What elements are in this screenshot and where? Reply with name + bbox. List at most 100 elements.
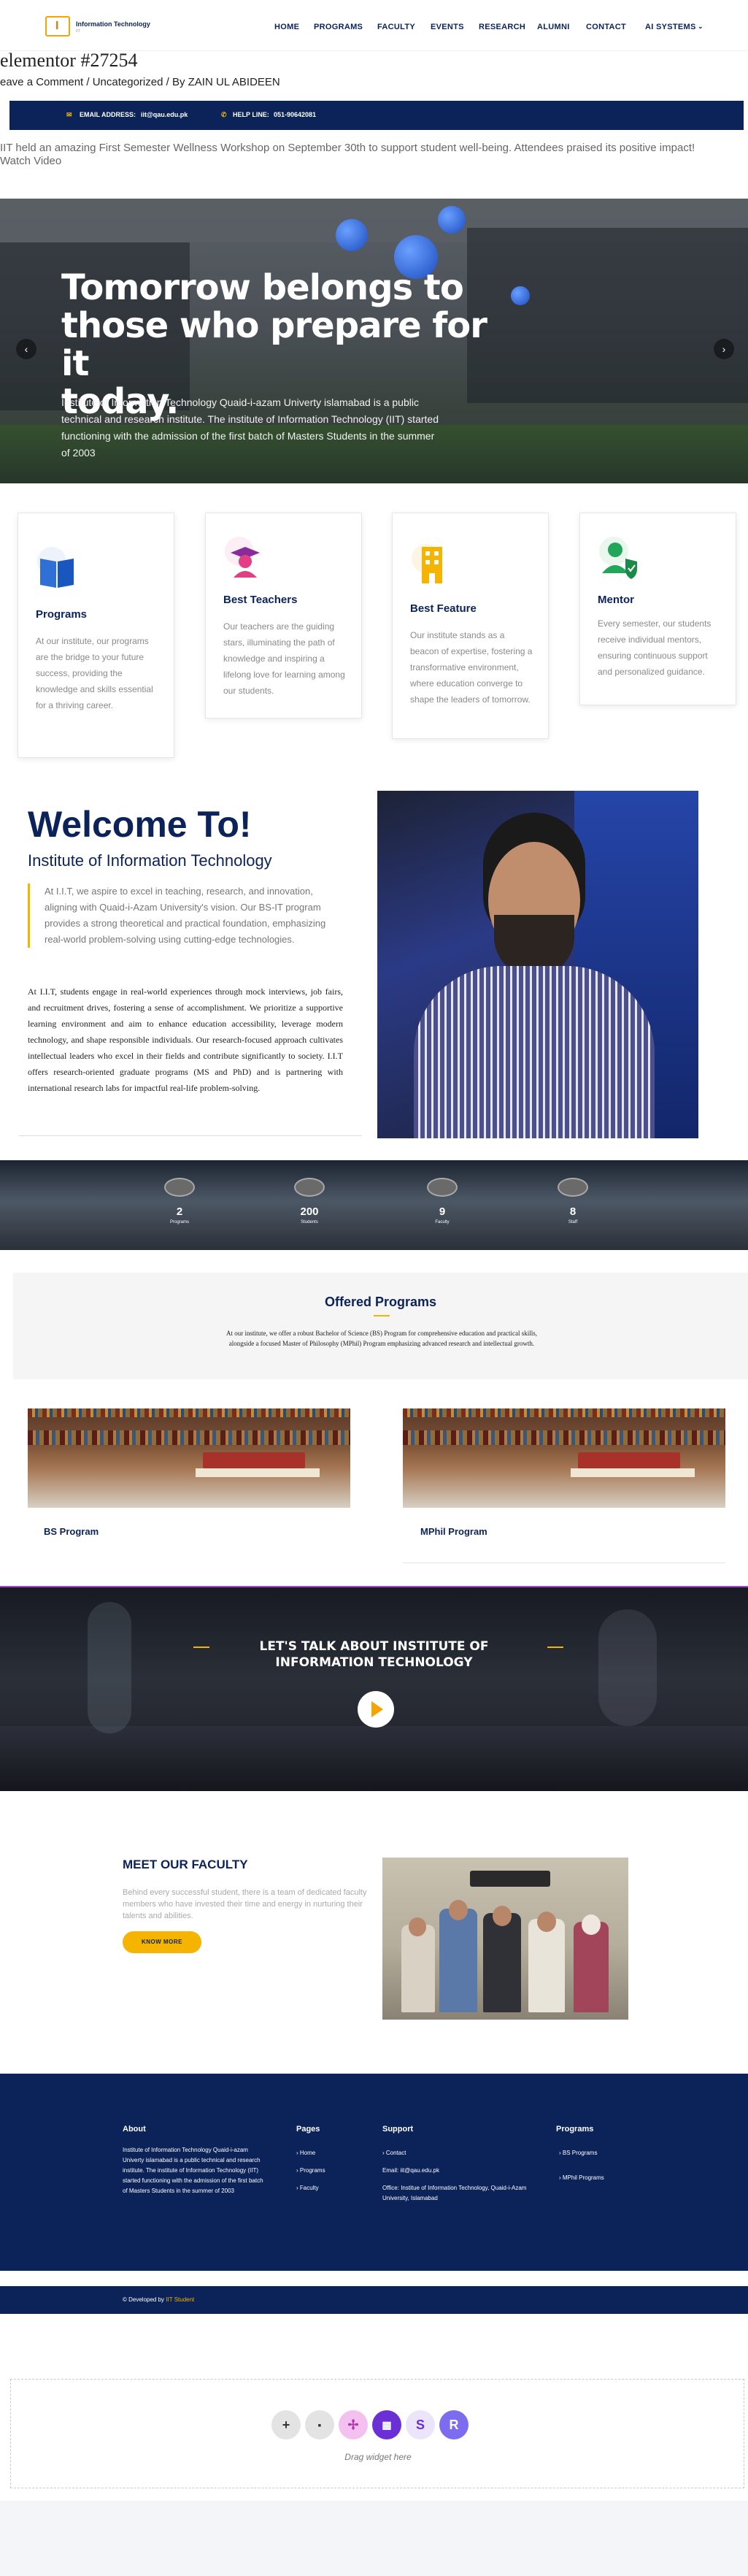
- feature-title: Programs: [36, 608, 88, 621]
- widget-drop-area[interactable]: + ▪ ✢ ▦ S R Drag widget here: [10, 2379, 744, 2488]
- folder-icon[interactable]: ▪: [305, 2410, 334, 2439]
- nav-ai-systems[interactable]: AI SYSTEMS: [645, 23, 696, 31]
- footer-support-heading: Support: [382, 2125, 414, 2134]
- template-kit-icon[interactable]: ▦: [372, 2410, 401, 2439]
- bookshelf-row: [28, 1408, 350, 1417]
- faculty-person: [528, 1919, 565, 2012]
- stats-bar: 2 Programs 200 Students 9 Faculty 8 Staf…: [0, 1160, 748, 1250]
- bookshelf-row: [403, 1430, 725, 1445]
- book-icon: [37, 547, 74, 588]
- book-stack: [203, 1452, 305, 1468]
- royal-addons-icon[interactable]: R: [439, 2410, 469, 2439]
- logo-subtext: IIT: [76, 29, 80, 34]
- mentor-shield-icon: [599, 537, 637, 579]
- footer-link-label[interactable]: Programs: [300, 2167, 325, 2174]
- slider-next-arrow[interactable]: ›: [714, 339, 734, 359]
- nav-alumni[interactable]: ALUMNI: [537, 23, 570, 31]
- add-widget-icon[interactable]: +: [271, 2410, 301, 2439]
- bs-program-title[interactable]: BS Program: [44, 1526, 99, 1537]
- stat-value: 2: [176, 1205, 183, 1218]
- footer-link-label[interactable]: BS Programs: [563, 2150, 598, 2156]
- hero-text: Institute of Information Technology Quai…: [61, 396, 439, 459]
- bookshelf-row: [28, 1430, 350, 1445]
- starter-templates-icon[interactable]: S: [406, 2410, 435, 2439]
- stat-badge-icon: [558, 1178, 588, 1197]
- title-underline: [374, 1315, 390, 1316]
- stat-value: 8: [569, 1205, 577, 1218]
- faculty-person: [439, 1909, 477, 2012]
- stat-badge-icon: [427, 1178, 458, 1197]
- footer-programs-heading: Programs: [556, 2125, 594, 2134]
- logo-icon[interactable]: I: [45, 16, 70, 37]
- welcome-body: At I.I.T, students engage in real-world …: [28, 986, 343, 1093]
- faculty-title: MEET OUR FACULTY: [123, 1858, 248, 1871]
- feature-title: Mentor: [598, 594, 634, 606]
- balloon-decoration: [336, 219, 368, 251]
- footer-link-bs[interactable]: › BS Programs: [559, 2148, 597, 2158]
- footer-link-label[interactable]: Faculty: [300, 2185, 319, 2191]
- fountain-light: [598, 1609, 657, 1726]
- know-more-button[interactable]: KNOW MORE: [123, 1931, 201, 1953]
- slider-prev-arrow[interactable]: ‹: [16, 339, 36, 359]
- title-dash-left: [193, 1647, 209, 1648]
- footer-link-programs[interactable]: › Programs: [296, 2166, 325, 2176]
- bookshelf-row: [403, 1408, 725, 1417]
- footer-link-label[interactable]: Contact: [386, 2150, 406, 2156]
- site-header: I Information Technology IIT HOME PROGRA…: [0, 0, 748, 51]
- offered-title: Offered Programs: [324, 1295, 437, 1309]
- footer-email[interactable]: Email: iit@qau.edu.pk: [382, 2166, 439, 2176]
- nav-programs[interactable]: PROGRAMS: [314, 23, 363, 31]
- faculty-head: [582, 1914, 601, 1935]
- nav-events[interactable]: EVENTS: [431, 23, 464, 31]
- wall-clock-display: [470, 1871, 550, 1887]
- drag-widget-text: Drag widget here: [344, 2452, 412, 2462]
- chevron-down-icon[interactable]: ⌄: [698, 23, 703, 31]
- phone-icon: ✆: [221, 111, 227, 118]
- nav-faculty[interactable]: FACULTY: [377, 23, 415, 31]
- nav-research[interactable]: RESEARCH: [479, 23, 525, 31]
- book-stack: [196, 1468, 320, 1477]
- offered-text: At our institute, we offer a robust Bach…: [226, 1330, 537, 1347]
- video-banner: LET'S TALK ABOUT INSTITUTE OF INFORMATIO…: [0, 1586, 748, 1791]
- email-icon: ✉: [66, 111, 72, 118]
- mphil-program-image[interactable]: [403, 1408, 725, 1508]
- footer-link-faculty[interactable]: › Faculty: [296, 2183, 319, 2193]
- email-link[interactable]: iit@qau.edu.pk: [141, 111, 188, 118]
- book-stack: [571, 1468, 695, 1477]
- logo-text[interactable]: Information Technology: [76, 20, 150, 28]
- magic-icon[interactable]: ✢: [339, 2410, 368, 2439]
- welcome-quote: At I.I.T, we aspire to excel in teaching…: [28, 883, 342, 948]
- announcement: IIT held an amazing First Semester Welln…: [0, 142, 748, 168]
- footer-about-heading: About: [123, 2125, 146, 2134]
- feature-card-best-feature: Best Feature Our institute stands as a b…: [392, 513, 549, 739]
- footer-link-label[interactable]: MPhil Programs: [563, 2174, 604, 2181]
- portrait-shirt: [414, 966, 655, 1138]
- footer-link-home[interactable]: › Home: [296, 2148, 315, 2158]
- welcome-title: Welcome To!: [28, 804, 252, 845]
- site-footer: About Institute of Information Technolog…: [0, 2074, 748, 2271]
- footer-office: Office: Institue of Information Technolo…: [382, 2185, 527, 2201]
- title-dash-right: [547, 1647, 563, 1648]
- nav-contact[interactable]: CONTACT: [586, 23, 626, 31]
- hero-slider: Tomorrow belongs to those who prepare fo…: [0, 199, 748, 483]
- nav-home[interactable]: HOME: [274, 23, 299, 31]
- stat-label: Programs: [169, 1220, 189, 1224]
- hero-title-line: those who prepare for it: [61, 305, 487, 384]
- feature-text: At our institute, our programs are the b…: [36, 636, 153, 710]
- phone-number[interactable]: 051-90642081: [274, 111, 316, 118]
- credit-name[interactable]: IIT Student: [166, 2296, 194, 2303]
- watch-video-link[interactable]: Watch Video: [0, 155, 748, 168]
- feature-text: Our teachers are the guiding stars, illu…: [223, 621, 345, 696]
- welcome-subtitle: Institute of Information Technology: [28, 851, 272, 870]
- play-icon[interactable]: [358, 1691, 394, 1728]
- footer-pages-heading: Pages: [296, 2125, 320, 2134]
- credit-text: © Developed by IIT Student: [123, 2296, 194, 2303]
- footer-link-mphil[interactable]: › MPhil Programs: [559, 2173, 604, 2183]
- mphil-program-title[interactable]: MPhil Program: [420, 1526, 487, 1537]
- bs-program-image[interactable]: [28, 1408, 350, 1508]
- stat-badge-icon: [164, 1178, 195, 1197]
- feature-card-programs: Programs At our institute, our programs …: [18, 513, 174, 758]
- feature-card-teachers: Best Teachers Our teachers are the guidi…: [205, 513, 362, 718]
- footer-link-label[interactable]: Home: [300, 2150, 315, 2156]
- footer-link-contact[interactable]: › Contact: [382, 2148, 406, 2158]
